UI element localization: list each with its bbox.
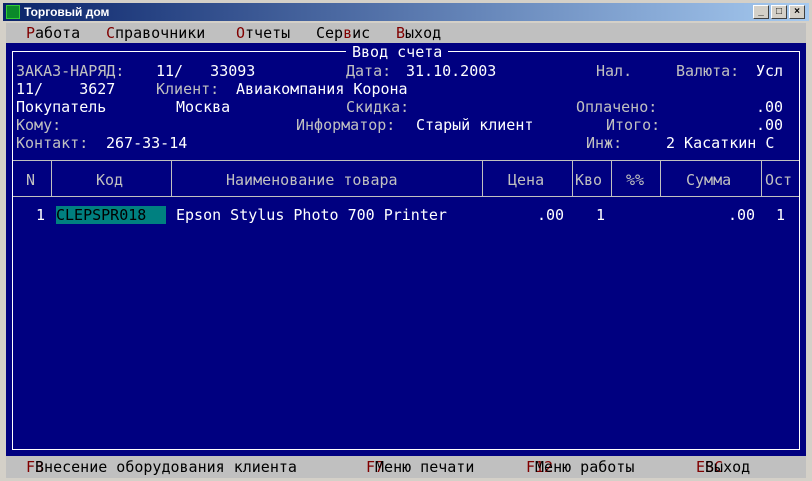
engineer-value: 2 Касаткин С	[666, 134, 775, 152]
menu-label: правочники	[115, 24, 206, 42]
date-value[interactable]: 31.10.2003	[406, 62, 496, 80]
maximize-button[interactable]: □	[771, 5, 787, 19]
column-header-name: Наименование товара	[226, 171, 398, 189]
status-f7[interactable]: F7 Меню печати	[366, 456, 474, 478]
menu-bar: Работа Справочники Отчеты Сервис Выход	[6, 23, 806, 43]
currency-label: Валюта:	[676, 62, 740, 80]
date-label: Дата:	[346, 62, 392, 80]
hotkey: В	[396, 24, 406, 42]
to-label: Кому:	[16, 116, 62, 134]
row-rest: 1	[776, 206, 786, 224]
column-separator	[611, 160, 612, 196]
informer-label: Информатор:	[296, 116, 396, 134]
column-header-code: Код	[96, 171, 124, 189]
menu-label: Сер	[316, 24, 344, 42]
paid-value: .00	[756, 98, 784, 116]
column-separator	[482, 160, 483, 196]
menu-label: тчеты	[245, 24, 291, 42]
status-label: Выход	[705, 458, 751, 476]
menu-vyhod[interactable]: Выход	[396, 23, 441, 43]
row-price: .00	[537, 206, 565, 224]
contact-label: Контакт:	[16, 134, 89, 152]
minimize-button[interactable]: _	[753, 5, 769, 19]
column-header-sum: Сумма	[686, 171, 732, 189]
client-value[interactable]: Авиакомпания Корона	[236, 80, 408, 98]
column-separator	[660, 160, 661, 196]
status-bar: F3 Внесение оборудования клиента F7 Меню…	[6, 456, 806, 478]
status-f12[interactable]: F12 Меню работы	[526, 456, 634, 478]
menu-spravochniki[interactable]: Справочники	[106, 23, 205, 43]
city-value: Москва	[176, 98, 231, 116]
client-label: Клиент:	[156, 80, 220, 98]
column-separator	[51, 160, 52, 196]
menu-rabota[interactable]: Работа	[26, 23, 80, 43]
window-title: Торговый дом	[24, 5, 110, 19]
row-qty: 1	[596, 206, 606, 224]
hotkey: С	[106, 24, 116, 42]
paid-label: Оплачено:	[576, 98, 658, 116]
column-separator	[171, 160, 172, 196]
divider	[13, 160, 799, 161]
column-header-rest: Ост	[765, 171, 793, 189]
row-name: Epson Stylus Photo 700 Printer	[176, 206, 447, 224]
currency-value: Усл	[756, 62, 784, 80]
status-label: Меню работы	[535, 458, 635, 476]
form-title: Ввод счета	[346, 43, 449, 61]
total-value: .00	[756, 116, 784, 134]
menu-label: абота	[35, 24, 81, 42]
status-f3[interactable]: F3 Внесение оборудования клиента	[26, 456, 297, 478]
row-sum: .00	[728, 206, 756, 224]
divider	[13, 196, 799, 197]
status-label: Меню печати	[375, 458, 475, 476]
row-code[interactable]: CLEPSPR018	[56, 206, 166, 224]
column-separator	[761, 160, 762, 196]
column-header-percent: %%	[626, 171, 645, 189]
status-label: Внесение оборудования клиента	[35, 458, 297, 476]
hotkey: О	[236, 24, 246, 42]
menu-otchety[interactable]: Отчеты	[236, 23, 290, 43]
hotkey: в	[343, 24, 353, 42]
buyer-label: Покупатель	[16, 98, 107, 116]
invoice-screen: Ввод счета ЗАКАЗ-НАРЯД: 11/ 33093 Дата: …	[6, 43, 806, 456]
order-label: ЗАКАЗ-НАРЯД:	[16, 62, 125, 80]
menu-label: ыход	[405, 24, 442, 42]
column-separator	[572, 160, 573, 196]
title-bar: Торговый дом _ □ ×	[3, 3, 809, 21]
sub-number: 11/ 3627	[16, 80, 116, 98]
menu-servis[interactable]: Сервис	[316, 23, 370, 43]
hotkey: Р	[26, 24, 36, 42]
column-header-n: N	[26, 171, 36, 189]
order-value: 11/ 33093	[156, 62, 256, 80]
app-icon	[6, 5, 20, 19]
status-esc[interactable]: ESC Выход	[696, 456, 750, 478]
column-header-price: Цена	[508, 171, 545, 189]
row-n: 1	[36, 206, 46, 224]
engineer-label: Инж:	[586, 134, 623, 152]
column-header-qty: Кво	[575, 171, 603, 189]
informer-value[interactable]: Старый клиент	[416, 116, 533, 134]
discount-label: Скидка:	[346, 98, 410, 116]
payment-type: Нал.	[596, 62, 633, 80]
contact-value[interactable]: 267-33-14	[106, 134, 187, 152]
menu-label: ис	[352, 24, 371, 42]
close-button[interactable]: ×	[789, 5, 805, 19]
total-label: Итого:	[606, 116, 661, 134]
